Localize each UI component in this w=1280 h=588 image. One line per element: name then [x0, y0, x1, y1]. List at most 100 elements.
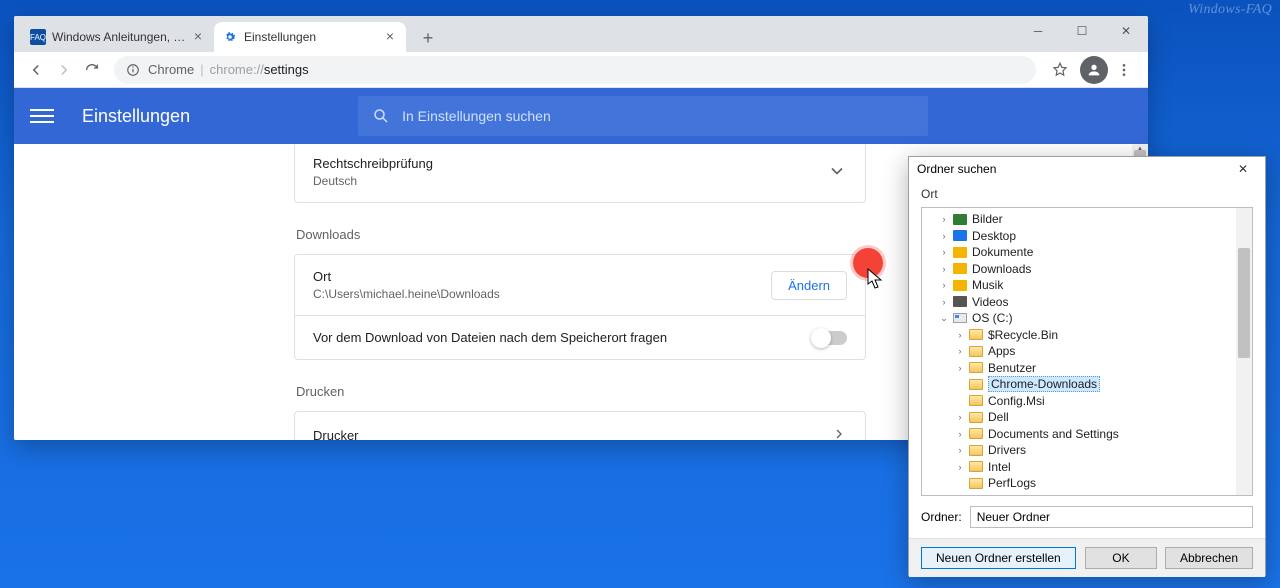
folder-name-input[interactable]	[970, 506, 1253, 528]
favicon-windows-faq: FAQ	[30, 29, 46, 45]
site-info-icon[interactable]	[126, 63, 140, 77]
expand-icon[interactable]: ›	[954, 363, 966, 373]
ok-button[interactable]: OK	[1085, 547, 1157, 569]
section-print: Drucken	[296, 384, 866, 399]
close-button[interactable]: ✕	[1104, 16, 1148, 46]
minimize-button[interactable]: ─	[1016, 16, 1060, 46]
tab-settings[interactable]: Einstellungen ×	[214, 22, 406, 52]
tree-item[interactable]: › $Recycle.Bin	[922, 327, 1252, 344]
tree-item[interactable]: ›Dokumente	[922, 244, 1252, 261]
expand-icon[interactable]: ›	[954, 445, 966, 455]
printer-row[interactable]: Drucker	[295, 412, 865, 440]
tab-windows-faq[interactable]: FAQ Windows Anleitungen, Tipps & T ×	[22, 22, 214, 52]
dialog-body: Ort ›Bilder›Desktop›Dokumente›Downloads›…	[909, 181, 1265, 538]
tree-item[interactable]: › Drivers	[922, 442, 1252, 459]
tree-item[interactable]: ›Apps	[922, 343, 1252, 360]
tree-item-label: Downloads	[972, 262, 1031, 276]
tab-title: Einstellungen	[244, 30, 382, 44]
tree-item[interactable]: › Desktop	[922, 228, 1252, 245]
tree-item[interactable]: Chrome-Downloads	[922, 376, 1252, 393]
tree-item-label: Dell	[988, 410, 1009, 424]
tree-item-label: Videos	[972, 295, 1008, 309]
expand-icon[interactable]: ›	[938, 214, 950, 224]
folder-icon	[952, 262, 968, 276]
tree-item[interactable]: ›Benutzer	[922, 360, 1252, 377]
tree-item[interactable]: Config.Msi	[922, 393, 1252, 410]
reload-button[interactable]	[78, 56, 106, 84]
profile-avatar[interactable]	[1080, 56, 1108, 84]
tree-item[interactable]: ›Musik	[922, 277, 1252, 294]
tree-item-label: Desktop	[972, 229, 1016, 243]
folder-icon	[968, 427, 984, 441]
maximize-button[interactable]: ☐	[1060, 16, 1104, 46]
settings-search[interactable]	[358, 96, 928, 136]
chevron-right-icon	[831, 426, 847, 440]
address-bar: Chrome | chrome://settings	[14, 52, 1148, 88]
drive-icon	[952, 311, 968, 325]
cancel-button[interactable]: Abbrechen	[1165, 547, 1253, 569]
tree-item[interactable]: PerfLogs	[922, 475, 1252, 492]
watermark-text: Windows-FAQ	[1188, 2, 1272, 18]
star-icon[interactable]	[1044, 54, 1076, 86]
print-card: Drucker Google Cloud Print	[294, 411, 866, 440]
change-button[interactable]: Ändern	[771, 271, 847, 300]
expand-icon[interactable]: ›	[938, 247, 950, 257]
ask-before-toggle[interactable]	[813, 331, 847, 345]
expand-icon[interactable]: ›	[954, 346, 966, 356]
scroll-thumb[interactable]	[1238, 248, 1250, 358]
expand-icon[interactable]: ›	[938, 297, 950, 307]
folder-icon	[968, 344, 984, 358]
folder-icon	[968, 377, 984, 391]
folder-icon	[968, 476, 984, 490]
expand-icon[interactable]: ›	[938, 264, 950, 274]
gear-icon	[222, 29, 238, 45]
omnibox[interactable]: Chrome | chrome://settings	[114, 56, 1036, 84]
tab-title: Windows Anleitungen, Tipps & T	[52, 30, 190, 44]
folder-icon	[952, 229, 968, 243]
tree-item[interactable]: › Intel	[922, 459, 1252, 476]
tree-item[interactable]: ›Bilder	[922, 211, 1252, 228]
chevron-down-icon	[827, 161, 847, 184]
expand-icon[interactable]: ›	[954, 462, 966, 472]
settings-search-input[interactable]	[402, 108, 914, 124]
download-location-row: Ort C:\Users\michael.heine\Downloads Änd…	[295, 255, 865, 316]
forward-button[interactable]	[50, 56, 78, 84]
tree-item-label: Drivers	[988, 443, 1026, 457]
dialog-titlebar: Ordner suchen ✕	[909, 157, 1265, 181]
tree-item[interactable]: ›Documents and Settings	[922, 426, 1252, 443]
tree-item-label: Intel	[988, 460, 1011, 474]
folder-icon	[952, 295, 968, 309]
hamburger-icon[interactable]	[30, 104, 54, 128]
spellcheck-row[interactable]: Rechtschreibprüfung Deutsch	[295, 144, 865, 202]
location-value: C:\Users\michael.heine\Downloads	[313, 287, 500, 301]
menu-icon[interactable]	[1108, 54, 1140, 86]
search-icon	[372, 107, 390, 125]
close-icon[interactable]: ×	[190, 29, 206, 45]
dialog-title: Ordner suchen	[917, 162, 996, 176]
tree-item-label: $Recycle.Bin	[988, 328, 1058, 342]
back-button[interactable]	[22, 56, 50, 84]
expand-icon[interactable]: ›	[954, 330, 966, 340]
dialog-close-button[interactable]: ✕	[1229, 157, 1257, 181]
new-folder-button[interactable]: Neuen Ordner erstellen	[921, 547, 1076, 569]
tree-item[interactable]: › Dell	[922, 409, 1252, 426]
window-controls: ─ ☐ ✕	[1016, 16, 1148, 46]
tree-scrollbar[interactable]	[1236, 208, 1252, 495]
new-tab-button[interactable]: +	[414, 24, 442, 52]
section-downloads: Downloads	[296, 227, 866, 242]
settings-header: Einstellungen	[14, 88, 1148, 144]
folder-icon	[968, 361, 984, 375]
tree-item[interactable]: › Videos	[922, 294, 1252, 311]
folder-name-row: Ordner:	[921, 506, 1253, 528]
expand-icon[interactable]: ›	[954, 429, 966, 439]
folder-icon	[968, 460, 984, 474]
expand-icon[interactable]: ⌄	[938, 313, 950, 324]
tree-item[interactable]: ⌄OS (C:)	[922, 310, 1252, 327]
expand-icon[interactable]: ›	[954, 412, 966, 422]
expand-icon[interactable]: ›	[938, 280, 950, 290]
dialog-button-bar: Neuen Ordner erstellen OK Abbrechen	[909, 538, 1265, 577]
tree-item[interactable]: › Downloads	[922, 261, 1252, 278]
close-icon[interactable]: ×	[382, 29, 398, 45]
spellcheck-title: Rechtschreibprüfung	[313, 156, 433, 171]
expand-icon[interactable]: ›	[938, 231, 950, 241]
